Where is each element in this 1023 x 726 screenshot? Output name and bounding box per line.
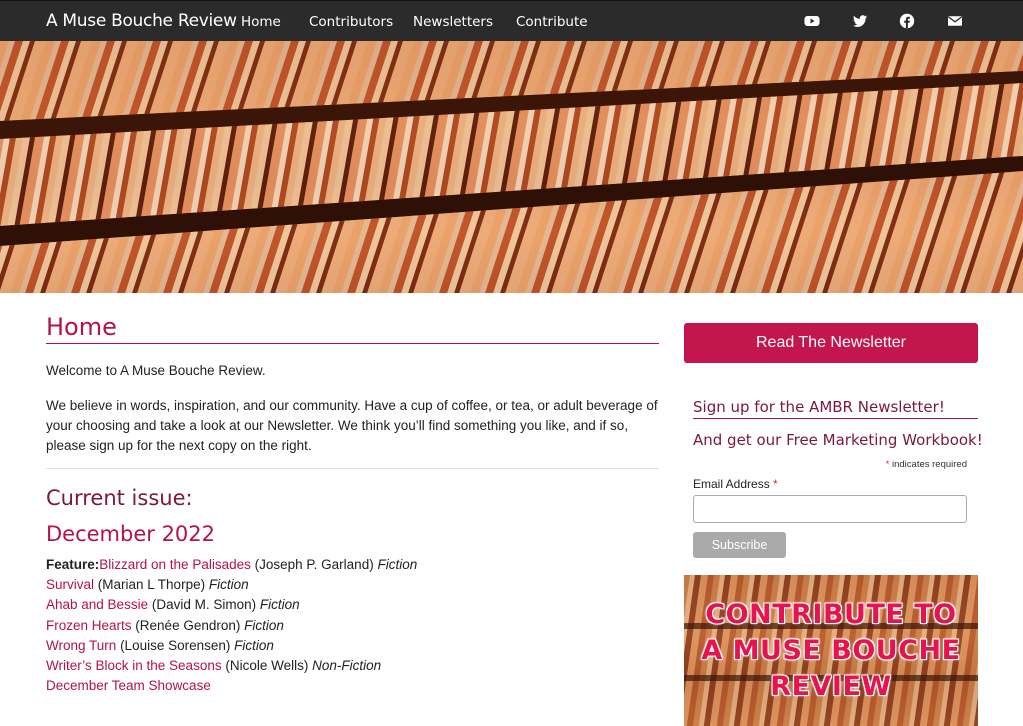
story-genre: Fiction xyxy=(244,617,284,633)
promo-line-1: CONTRIBUTE TO xyxy=(705,599,957,630)
nav-link-newsletters[interactable]: Newsletters xyxy=(413,14,493,30)
story-author: (David M. Simon) xyxy=(151,597,257,613)
email-label-text: Email Address xyxy=(693,477,770,491)
read-newsletter-button[interactable]: Read The Newsletter xyxy=(684,323,978,363)
email-required-star: * xyxy=(773,477,778,491)
email-field[interactable] xyxy=(693,495,967,523)
list-item: Ahab and Bessie (David M. Simon) Fiction xyxy=(46,595,659,615)
story-genre: Fiction xyxy=(377,557,418,572)
workbook-subheading: And get our Free Marketing Workbook! xyxy=(693,431,983,449)
intro-paragraph: We believe in words, inspiration, and ou… xyxy=(46,398,658,453)
list-item: Feature:Blizzard on the Palisades (Josep… xyxy=(46,555,659,575)
youtube-icon[interactable] xyxy=(804,13,820,29)
section-divider xyxy=(46,468,659,469)
list-item: Survival (Marian L Thorpe) Fiction xyxy=(46,575,659,595)
issue-list: Feature:Blizzard on the Palisades (Josep… xyxy=(46,555,659,696)
nav-link-contribute[interactable]: Contribute xyxy=(516,14,588,30)
twitter-icon[interactable] xyxy=(852,13,868,29)
nav-link-contributors[interactable]: Contributors xyxy=(309,14,393,30)
promo-line-2: A MUSE BOUCHE xyxy=(701,635,961,666)
story-genre: Fiction xyxy=(234,637,274,653)
story-link[interactable]: Blizzard on the Palisades xyxy=(99,557,251,572)
story-link[interactable]: Ahab and Bessie xyxy=(46,597,148,612)
signup-heading: Sign up for the AMBR Newsletter! xyxy=(693,398,978,419)
top-navbar: A Muse Bouche Review Home Contributors N… xyxy=(0,0,1023,41)
list-item: Frozen Hearts (Renée Gendron) Fiction xyxy=(46,616,659,636)
promo-line-3: REVIEW xyxy=(770,671,892,702)
required-note: * indicates required xyxy=(693,459,967,470)
list-item: Writer’s Block in the Seasons (Nicole We… xyxy=(46,656,659,676)
subscribe-button[interactable]: Subscribe xyxy=(693,532,786,558)
story-genre: Fiction xyxy=(259,597,300,613)
story-link[interactable]: Writer’s Block in the Seasons xyxy=(46,658,222,673)
story-genre: Non-Fiction xyxy=(312,658,382,674)
facebook-icon[interactable] xyxy=(899,13,915,29)
story-genre: Fiction xyxy=(208,577,249,593)
story-author: (Renée Gendron) xyxy=(135,617,241,633)
hero-bookshelf-image xyxy=(0,41,1023,293)
story-link[interactable]: Wrong Turn xyxy=(46,638,116,653)
story-author: (Marian L Thorpe) xyxy=(97,577,206,593)
story-author: (Joseph P. Garland) xyxy=(254,557,374,572)
feature-label: Feature: xyxy=(46,557,100,572)
story-link[interactable]: December Team Showcase xyxy=(46,678,211,693)
promo-headline: CONTRIBUTE TO A MUSE BOUCHE REVIEW xyxy=(684,597,978,705)
required-star: * xyxy=(885,459,890,470)
required-note-text: indicates required xyxy=(892,459,967,470)
contribute-promo-banner[interactable]: CONTRIBUTE TO A MUSE BOUCHE REVIEW xyxy=(684,575,978,726)
current-issue-heading: Current issue: xyxy=(46,486,193,510)
welcome-text: Welcome to A Muse Bouche Review. xyxy=(46,363,266,378)
story-link[interactable]: Frozen Hearts xyxy=(46,618,132,633)
list-item: Wrong Turn (Louise Sorensen) Fiction xyxy=(46,636,659,656)
list-item: December Team Showcase xyxy=(46,676,659,696)
email-label: Email Address * xyxy=(693,477,778,491)
site-brand[interactable]: A Muse Bouche Review xyxy=(46,11,237,31)
main-content: Home Welcome to A Muse Bouche Review. We… xyxy=(46,313,659,696)
bookshelf-illustration xyxy=(0,41,1023,293)
story-link[interactable]: Survival xyxy=(46,577,94,592)
page-title: Home xyxy=(46,313,659,344)
story-author: (Nicole Wells) xyxy=(225,658,309,674)
email-icon[interactable] xyxy=(947,13,963,29)
nav-link-home[interactable]: Home xyxy=(241,14,281,30)
story-author: (Louise Sorensen) xyxy=(120,637,231,653)
issue-month-heading: December 2022 xyxy=(46,522,216,546)
